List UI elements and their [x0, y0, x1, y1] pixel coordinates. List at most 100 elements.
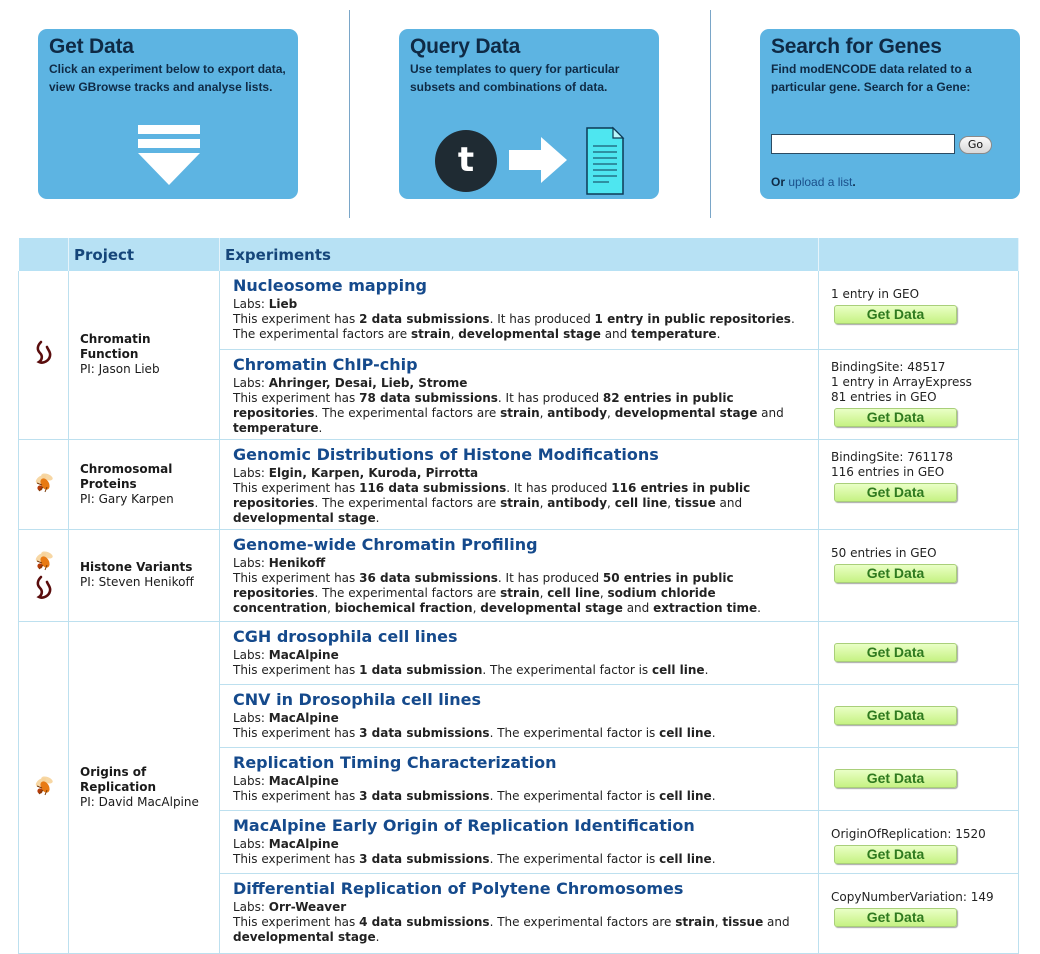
result-entry: 1 entry in GEO [831, 287, 920, 301]
get-data-button[interactable]: Get Data [834, 642, 957, 662]
experiment-cell: Differential Replication of Polytene Chr… [219, 873, 819, 954]
get-data-button[interactable]: Get Data [834, 844, 957, 864]
description-text: , [327, 600, 335, 615]
description-highlight: tissue [722, 914, 764, 929]
experiment-title-link[interactable]: CNV in Drosophila cell lines [233, 690, 812, 710]
get-data-title: Get Data [49, 35, 134, 58]
labs-prefix: Labs: [233, 710, 269, 725]
experiment-title-link[interactable]: Genomic Distributions of Histone Modific… [233, 445, 812, 465]
result-entry: 81 entries in GEO [831, 389, 937, 404]
experiment-title-link[interactable]: Chromatin ChIP-chip [233, 355, 812, 375]
project-name[interactable]: Origins of Replication [80, 765, 213, 795]
results-cell: CopyNumberVariation: 149 Get Data [818, 873, 1019, 954]
description-text: and [600, 327, 632, 341]
labs-prefix: Labs: [233, 555, 269, 570]
description-highlight: developmental stage [233, 510, 376, 525]
description-text: , [607, 405, 615, 420]
description-text: and [715, 495, 743, 510]
description-highlight: strain [500, 495, 540, 510]
description-highlight: strain [500, 405, 540, 420]
experiment-cell: MacAlpine Early Origin of Replication Id… [219, 810, 819, 874]
description-text: . The experimental factors are [314, 495, 501, 510]
search-genes-description: Find modENCODE data related to a particu… [771, 60, 1010, 96]
project-name[interactable]: Chromatin Function [80, 332, 213, 362]
experiment-cell: Replication Timing Characterization Labs:… [219, 747, 819, 811]
description-text: . [375, 510, 380, 525]
experiment-title-link[interactable]: Replication Timing Characterization [233, 753, 812, 773]
labs-value: Ahringer, Desai, Lieb, Strome [268, 375, 468, 390]
experiment-title-link[interactable]: CGH drosophila cell lines [233, 627, 812, 647]
description-text: . It has produced [489, 312, 595, 326]
organism-icon-cell [18, 271, 69, 440]
templates-graphic[interactable]: t [435, 126, 625, 195]
table-header-row: Project Experiments [18, 238, 1019, 271]
description-highlight: extraction time [653, 600, 758, 615]
result-entry: 50 entries in GEO [831, 545, 937, 560]
labs-prefix: Labs: [233, 465, 269, 480]
panel-divider [349, 10, 350, 218]
description-text: This experiment has [233, 570, 360, 585]
experiment-description: This experiment has 3 data submissions. … [233, 789, 812, 804]
gene-search-input[interactable] [771, 134, 955, 154]
results-cell: 50 entries in GEO Get Data [818, 529, 1019, 622]
labs-value: Orr-Weaver [268, 899, 347, 914]
description-text: This experiment has [233, 788, 360, 803]
project-name[interactable]: Chromosomal Proteins [80, 462, 213, 492]
description-text: , [667, 495, 675, 510]
get-data-button[interactable]: Get Data [834, 705, 957, 725]
organism-icon-cell [18, 529, 69, 622]
description-text: . The experimental factors are [489, 914, 676, 929]
project-name[interactable]: Histone Variants [80, 560, 213, 575]
experiment-title-link[interactable]: Nucleosome mapping [233, 276, 812, 296]
header-project: Project [68, 238, 220, 271]
result-entry: 1 entry in ArrayExpress [831, 374, 972, 389]
description-text: and [757, 405, 784, 420]
experiments-table: Project Experiments Chromatin Function PI… [18, 238, 1019, 954]
description-highlight: 2 data submissions [359, 312, 490, 326]
experiment-title-link[interactable]: Differential Replication of Polytene Chr… [233, 879, 812, 899]
experiment-description: This experiment has 1 data submission. T… [233, 663, 812, 678]
description-text: This experiment has [233, 851, 360, 866]
panel-divider [710, 10, 711, 218]
description-highlight: cell line [659, 725, 712, 740]
get-data-button[interactable]: Get Data [834, 563, 957, 583]
description-highlight: 78 data submissions [359, 390, 498, 405]
table-row: Histone Variants PI: Steven Henikoff Genom… [18, 529, 1019, 622]
template-icon[interactable]: t [435, 130, 497, 192]
get-data-button[interactable]: Get Data [834, 768, 957, 788]
description-text: and [622, 600, 654, 615]
labs-value: Elgin, Karpen, Kuroda, Pirrotta [268, 465, 479, 480]
upload-suffix: . [852, 175, 856, 189]
experiment-labs: Labs: MacAlpine [233, 774, 812, 789]
labs-value: MacAlpine [268, 647, 339, 662]
get-data-button[interactable]: Get Data [834, 907, 957, 927]
get-data-button[interactable]: Get Data [834, 482, 957, 502]
description-highlight: developmental stage [614, 405, 758, 420]
go-button[interactable]: Go [959, 136, 992, 154]
fly-icon [35, 776, 53, 796]
project-pi: PI: Steven Henikoff [80, 575, 194, 589]
description-highlight: cell line [651, 662, 705, 677]
labs-prefix: Labs: [233, 375, 269, 390]
query-data-panel: Query Data Use templates to query for pa… [399, 29, 659, 199]
description-text: This experiment has [233, 480, 360, 495]
description-text: This experiment has [233, 725, 360, 740]
description-highlight: 4 data submissions [359, 914, 490, 929]
organism-icon-cell [18, 621, 69, 954]
get-data-button[interactable]: Get Data [834, 407, 957, 427]
upload-list-link[interactable]: upload a list [788, 175, 852, 189]
fly-worm-icon [20, 549, 67, 601]
experiment-title-link[interactable]: Genome-wide Chromatin Profiling [233, 535, 812, 555]
get-data-button[interactable]: Get Data [834, 305, 957, 324]
labs-prefix: Labs: [233, 836, 269, 851]
results-cell: BindingSite: 48517 1 entry in ArrayExpres… [818, 349, 1019, 440]
experiment-cell: Nucleosome mapping Labs: Lieb This experim… [219, 271, 819, 350]
experiment-title-link[interactable]: MacAlpine Early Origin of Replication Id… [233, 816, 812, 836]
organism-icon-cell [18, 439, 69, 530]
description-highlight: 3 data submissions [359, 725, 490, 740]
worm-icon [35, 575, 51, 599]
experiment-cell: CGH drosophila cell lines Labs: MacAlpine… [219, 621, 819, 685]
experiment-labs: Labs: Henikoff [233, 556, 812, 571]
query-data-desc-line: subsets and combinations of data. [410, 80, 608, 94]
results-cell: 1 entry in GEO Get Data [818, 271, 1019, 350]
